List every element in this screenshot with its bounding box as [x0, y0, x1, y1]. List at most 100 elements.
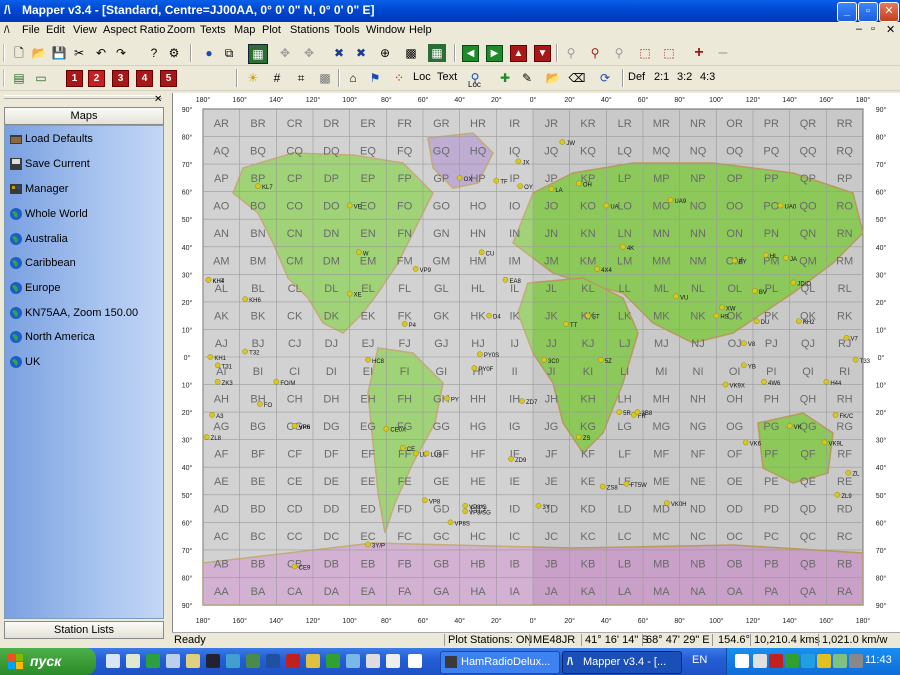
list-item-europe[interactable]: Europe — [7, 279, 161, 299]
station-dot[interactable] — [383, 425, 390, 432]
close-button[interactable]: ✕ — [879, 2, 899, 22]
menu-texts[interactable]: Texts — [200, 24, 226, 36]
graticule-icon[interactable]: ⌗ — [292, 69, 310, 87]
layer-1-button[interactable]: 1 — [66, 70, 83, 87]
layer-2-button[interactable]: 2 — [88, 70, 105, 87]
station-dot[interactable] — [786, 423, 793, 429]
station-dot[interactable] — [834, 491, 841, 498]
list-item-australia[interactable]: Australia — [7, 230, 161, 250]
add-icon[interactable]: ✚ — [496, 69, 514, 87]
plus-icon[interactable]: + — [690, 44, 708, 62]
station-dot[interactable] — [462, 502, 468, 509]
station-dot[interactable] — [515, 158, 522, 165]
new-icon[interactable]: 🗋 — [10, 44, 28, 62]
station-dot[interactable] — [719, 304, 725, 311]
tray-icon[interactable] — [735, 654, 749, 668]
station-dot[interactable] — [291, 563, 298, 570]
save-icon[interactable]: 💾 — [50, 44, 68, 62]
station-dot[interactable] — [598, 356, 604, 363]
station-dot[interactable] — [620, 243, 626, 250]
sun-icon[interactable]: ☀ — [244, 69, 262, 87]
quicklaunch-icon[interactable] — [386, 654, 400, 668]
station-dot[interactable] — [255, 183, 261, 189]
station-dot[interactable] — [203, 434, 210, 440]
station-dot[interactable] — [623, 480, 630, 487]
map-view[interactable]: AR BR CR DR ER FR GR HR IR JR KR LR MR NR OR PR QR RR AQ BQ… — [172, 93, 900, 633]
copy-map-icon[interactable]: ⧉ — [220, 44, 238, 62]
station-dot[interactable] — [752, 288, 758, 294]
station-dot[interactable] — [616, 409, 622, 415]
station-dot[interactable] — [585, 312, 591, 319]
station-dot[interactable] — [667, 197, 674, 203]
station-dot[interactable] — [673, 293, 679, 300]
zoom-in-icon[interactable]: ⚲ — [586, 44, 604, 62]
tray-icon[interactable] — [849, 654, 863, 668]
quicklaunch-icon[interactable] — [366, 654, 380, 668]
centre-icon[interactable]: ⊕ — [376, 44, 394, 62]
menu-view[interactable]: View — [73, 24, 97, 36]
list-item-load-defaults[interactable]: Load Defaults — [7, 130, 161, 150]
quicklaunch-icon[interactable] — [166, 654, 180, 668]
station-dot[interactable] — [477, 351, 483, 358]
station-dot[interactable] — [478, 249, 485, 256]
station-dot[interactable] — [365, 541, 371, 548]
station-dot[interactable] — [753, 318, 760, 324]
station-dot[interactable] — [412, 266, 419, 272]
station-dot[interactable] — [761, 378, 767, 385]
redo-icon[interactable]: ↷ — [112, 44, 130, 62]
language-indicator[interactable]: EN — [692, 654, 707, 666]
menu-window[interactable]: Window — [366, 24, 405, 36]
station-dot[interactable] — [462, 508, 468, 515]
properties-icon[interactable]: ⚙ — [165, 44, 183, 62]
tray-icon[interactable] — [769, 654, 783, 668]
station-dot[interactable] — [741, 362, 747, 369]
cut-icon[interactable]: ✂ — [70, 44, 88, 62]
list-item-kn75aa[interactable]: KN75AA, Zoom 150.00 — [7, 304, 161, 324]
pan-up-icon[interactable]: ▲ — [510, 45, 527, 62]
station-dot[interactable] — [205, 277, 212, 283]
save-map-icon[interactable]: ▩ — [402, 44, 420, 62]
menu-zoom[interactable]: Zoom — [167, 24, 195, 36]
home-icon[interactable]: ⌂ — [344, 69, 362, 87]
station-dot[interactable] — [843, 334, 850, 341]
station-dot[interactable] — [257, 401, 263, 407]
text-button[interactable]: Text — [437, 71, 457, 83]
station-dot[interactable] — [634, 409, 641, 415]
menu-aspect-ratio[interactable]: Aspect Ratio — [103, 24, 165, 36]
tray-icon[interactable] — [785, 654, 799, 668]
station-dot[interactable] — [563, 321, 569, 327]
quicklaunch-icon[interactable] — [346, 654, 360, 668]
shrink-icon[interactable]: ✖ — [352, 44, 370, 62]
mdi-restore-button[interactable]: ▫ — [871, 23, 875, 35]
ratio-4-3-button[interactable]: 4:3 — [700, 71, 715, 83]
list-item-north-america[interactable]: North America — [7, 328, 161, 348]
station-dot[interactable] — [576, 434, 582, 440]
quicklaunch-icon[interactable] — [326, 654, 340, 668]
mdi-minimize-button[interactable]: – — [856, 23, 862, 35]
station-dot[interactable] — [519, 398, 525, 404]
mdi-close-button[interactable]: ✕ — [886, 23, 895, 36]
tray-icon[interactable] — [817, 654, 831, 668]
station-dot[interactable] — [852, 356, 859, 363]
station-dot[interactable] — [559, 139, 566, 145]
taskbar-button-mapper[interactable]: /\ Mapper v3.4 - [... — [562, 651, 682, 674]
stations-icon[interactable]: ⚑ — [366, 69, 384, 87]
pan-left-icon[interactable]: ◀ — [462, 45, 479, 62]
station-dot[interactable] — [541, 356, 547, 363]
sidebar-close-icon[interactable]: ✕ — [154, 94, 162, 105]
zoom-rect-out-icon[interactable]: ⬚ — [660, 44, 678, 62]
grid-icon[interactable]: # — [268, 69, 286, 87]
station-dot[interactable] — [823, 378, 830, 385]
station-dot[interactable] — [447, 519, 454, 526]
station-dot[interactable] — [493, 177, 500, 184]
station-dot[interactable] — [821, 439, 828, 446]
zoom-out-icon[interactable]: ⚲ — [610, 44, 628, 62]
quicklaunch-ie-icon[interactable] — [106, 654, 120, 668]
quicklaunch-icon[interactable] — [306, 654, 320, 668]
station-dot[interactable] — [603, 202, 610, 209]
help-icon[interactable]: ? — [145, 44, 163, 62]
menu-tools[interactable]: Tools — [334, 24, 360, 36]
list-item-caribbean[interactable]: Caribbean — [7, 254, 161, 274]
start-button[interactable]: пуск — [0, 648, 96, 675]
station-dot[interactable] — [741, 340, 747, 347]
